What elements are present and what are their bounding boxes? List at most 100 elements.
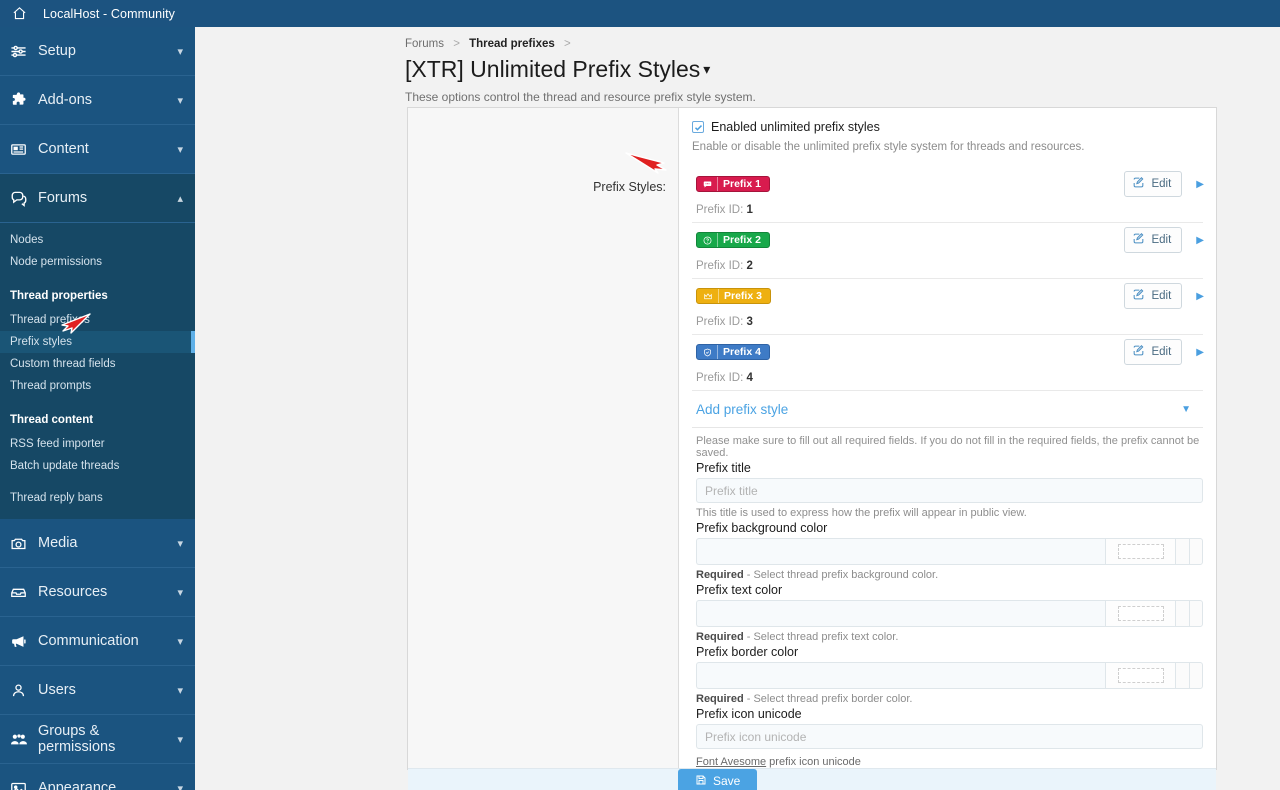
sidebar-item-batch-update-threads[interactable]: Batch update threads [0,455,195,477]
prefix-id: Prefix ID: 1 [692,201,1203,223]
prefix-title-field-group: Prefix title This title is used to expre… [692,461,1216,519]
save-button[interactable]: Save [678,769,758,790]
chevron-down-icon: ▾ [177,143,183,156]
prefix-border-color-input[interactable] [696,662,1105,689]
sidebar-group-content[interactable]: Content ▾ [0,125,195,174]
prefix-list: Prefix 1 Edit ▶ Prefix ID: 1 Prefix 2 Ed… [679,167,1216,768]
chevron-down-icon: ▾ [177,635,183,648]
add-prefix-style-row[interactable]: Add prefix style ▼ [692,391,1203,428]
prefix-text-color-picker[interactable] [696,600,1203,627]
expand-arrow-icon[interactable]: ▶ [1196,347,1204,358]
edit-button[interactable]: Edit [1124,339,1183,365]
enabled-option: Enabled unlimited prefix styles Enable o… [679,108,1216,153]
sidebar-item-rss-feed-importer[interactable]: RSS feed importer [0,433,195,455]
form-right-column: Enabled unlimited prefix styles Enable o… [678,108,1216,768]
sidebar-item-thread-prefixes[interactable]: Thread prefixes [0,309,195,331]
color-picker-handle[interactable] [1175,538,1189,565]
sidebar-group-communication[interactable]: Communication ▾ [0,617,195,666]
color-swatch[interactable] [1105,600,1175,627]
sidebar-group-resources[interactable]: Resources ▾ [0,568,195,617]
chevron-down-icon: ▾ [177,733,183,746]
prefix-border-color-picker[interactable] [696,662,1203,689]
prefix-badge[interactable]: Prefix 3 [696,288,771,304]
chevron-down-icon[interactable]: ▼ [1181,404,1191,415]
breadcrumb-separator: > [563,38,571,50]
sidebar-group-label: Content [38,141,89,157]
prefix-row: Prefix 3 Edit ▶ [692,279,1216,313]
edit-button[interactable]: Edit [1124,283,1183,309]
prefix-title-input[interactable] [696,478,1203,503]
prefix-text-color-label: Prefix text color [696,583,783,597]
sidebar-item-label: RSS feed importer [10,438,105,450]
sidebar-group-media[interactable]: Media ▾ [0,519,195,568]
prefix-badge-title: Prefix 2 [717,233,769,247]
sidebar-group-appearance[interactable]: Appearance ▾ [0,764,195,790]
sidebar-group-forums[interactable]: Forums ▴ [0,174,195,223]
camera-icon [10,535,36,552]
comment-dots-icon [697,180,717,189]
sidebar-group-users[interactable]: Users ▾ [0,666,195,715]
prefix-id: Prefix ID: 2 [692,257,1203,279]
prefix-text-color-input[interactable] [696,600,1105,627]
expand-arrow-icon[interactable]: ▶ [1196,179,1204,190]
prefix-icon-unicode-input[interactable] [696,724,1203,749]
prefix-title-label: Prefix title [696,461,751,475]
color-picker-handle[interactable] [1175,600,1189,627]
chevron-up-icon: ▴ [177,192,183,205]
edit-button-label: Edit [1151,178,1172,190]
prefix-badge[interactable]: Prefix 2 [696,232,770,248]
pencil-square-icon [1132,176,1145,192]
help-rest: - Select thread prefix border color. [743,693,913,705]
site-title[interactable]: LocalHost - Community [43,7,175,21]
sidebar-item-label: Thread prompts [10,380,92,392]
page-title: [XTR] Unlimited Prefix Styles ▾ [195,50,1280,83]
font-awesome-link[interactable]: Font Avesome [696,756,766,768]
expand-arrow-icon[interactable]: ▶ [1196,291,1204,302]
prefix-id-label: Prefix ID: [696,260,744,272]
sidebar-item-prefix-styles[interactable]: Prefix styles [0,331,195,353]
edit-button-label: Edit [1151,346,1172,358]
required-tag: Required [696,569,744,581]
sidebar-heading-thread-properties: Thread properties [0,285,195,307]
pencil-square-icon [1132,344,1145,360]
prefix-badge[interactable]: Prefix 1 [696,176,770,192]
prefix-id-label: Prefix ID: [696,372,744,384]
sidebar-group-groups-permissions[interactable]: Groups & permissions ▾ [0,715,195,764]
chevron-down-icon[interactable]: ▾ [703,61,710,77]
sidebar-item-node-permissions[interactable]: Node permissions [0,251,195,273]
sidebar-group-setup[interactable]: Setup ▾ [0,27,195,76]
sidebar-group-label: Communication [38,633,139,649]
sidebar-item-nodes[interactable]: Nodes [0,229,195,251]
color-picker-handle[interactable] [1175,662,1189,689]
edit-button[interactable]: Edit [1124,171,1183,197]
enabled-checkbox-label[interactable]: Enabled unlimited prefix styles [711,120,880,134]
sidebar-item-thread-reply-bans[interactable]: Thread reply bans [0,487,195,509]
enabled-checkbox[interactable] [692,121,704,133]
color-picker-toggle[interactable] [1189,538,1203,565]
color-swatch[interactable] [1105,538,1175,565]
breadcrumb-current[interactable]: Thread prefixes [469,38,555,50]
home-icon[interactable] [6,6,33,21]
color-swatch[interactable] [1105,662,1175,689]
sidebar-group-add-ons[interactable]: Add-ons ▾ [0,76,195,125]
prefix-badge[interactable]: Prefix 4 [696,344,770,360]
prefix-background-color-picker[interactable] [696,538,1203,565]
sidebar[interactable]: Setup ▾ Add-ons ▾ Content ▾ Forums ▴ Nod… [0,27,195,790]
edit-button[interactable]: Edit [1124,227,1183,253]
breadcrumb-root[interactable]: Forums [405,38,444,50]
color-picker-toggle[interactable] [1189,600,1203,627]
sidebar-item-custom-thread-fields[interactable]: Custom thread fields [0,353,195,375]
sidebar-group-label: Add-ons [38,92,93,108]
expand-arrow-icon[interactable]: ▶ [1196,235,1204,246]
prefix-background-color-input[interactable] [696,538,1105,565]
prefix-row: Prefix 2 Edit ▶ [692,223,1216,257]
prefix-id-value: 2 [746,260,753,272]
prefix-row: Prefix 4 Edit ▶ [692,335,1216,369]
prefix-border-color-field-group: Prefix border color Required - Select th… [692,645,1216,705]
prefix-id-value: 1 [746,204,753,216]
color-picker-toggle[interactable] [1189,662,1203,689]
sidebar-item-thread-prompts[interactable]: Thread prompts [0,375,195,397]
add-prefix-style-label[interactable]: Add prefix style [696,402,788,417]
breadcrumb-separator: > [453,38,460,50]
